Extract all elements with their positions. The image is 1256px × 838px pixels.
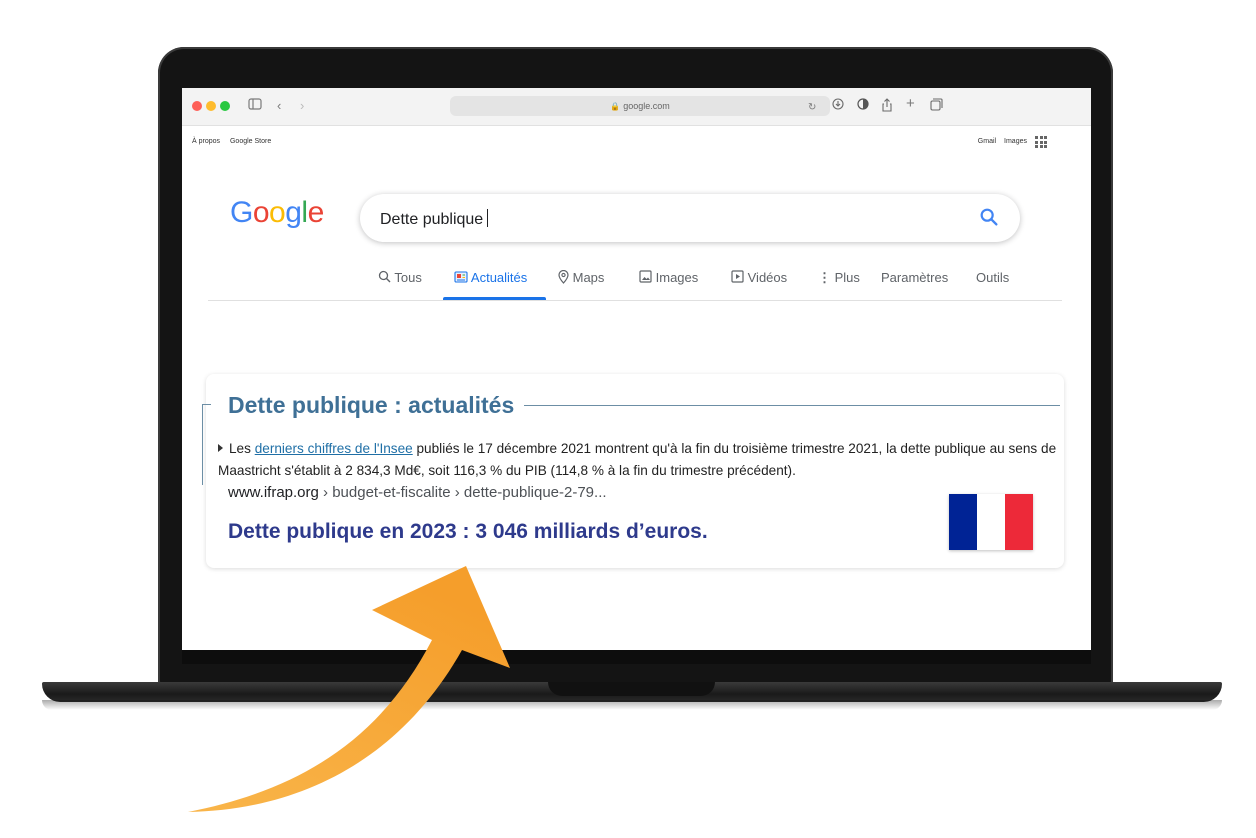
laptop-notch	[548, 682, 715, 696]
tab-parametres[interactable]: Paramètres	[881, 270, 948, 285]
google-logo[interactable]: Google	[230, 196, 324, 230]
tab-label: Images	[655, 270, 699, 285]
zoom-window-button[interactable]	[220, 101, 230, 111]
tabs-divider	[208, 300, 1062, 301]
logo-letter: e	[307, 196, 325, 229]
tab-label: Tous	[394, 270, 422, 285]
tab-videos[interactable]: Vidéos	[731, 270, 787, 285]
flag-red-stripe	[1005, 494, 1033, 550]
new-tab-icon[interactable]: +	[906, 96, 915, 112]
tab-label: Paramètres	[881, 270, 949, 285]
text-caret	[487, 209, 489, 227]
about-link[interactable]: À propos	[192, 138, 220, 145]
video-icon	[731, 270, 744, 283]
tab-actualites[interactable]: Actualités	[454, 270, 527, 285]
tab-images[interactable]: Images	[639, 270, 698, 285]
logo-letter: g	[285, 196, 302, 229]
tab-label: Outils	[976, 270, 1010, 285]
bullet-arrow-icon	[218, 444, 223, 452]
flag-white-stripe	[977, 494, 1005, 550]
back-icon[interactable]: ‹	[277, 98, 281, 114]
top-left-links: À propos Google Store	[192, 138, 279, 145]
image-icon	[639, 270, 652, 283]
reload-icon[interactable]: ↻	[808, 100, 816, 116]
snippet-prefix: Les	[229, 441, 255, 456]
browser-toolbar: ‹ › 🔒 google.com ↻ +	[182, 88, 1091, 126]
result-url[interactable]: www.ifrap.org › budget-et-fiscalite › de…	[228, 484, 607, 501]
top-right-links: Gmail Images	[972, 138, 1027, 145]
logo-letter: G	[230, 196, 253, 229]
tab-tous[interactable]: Tous	[378, 270, 422, 285]
headline: Dette publique en 2023 : 3 046 milliards…	[228, 520, 708, 543]
gmail-link[interactable]: Gmail	[978, 138, 996, 145]
tab-overview-icon[interactable]	[930, 98, 943, 115]
flag-blue-stripe	[949, 494, 977, 550]
share-icon[interactable]	[881, 98, 893, 116]
url-text: google.com	[623, 101, 670, 111]
logo-letter: o	[269, 196, 286, 229]
laptop-base-shadow	[42, 700, 1222, 710]
download-icon[interactable]	[832, 98, 844, 114]
search-input[interactable]: Dette publique	[360, 194, 1020, 242]
tab-label: Plus	[834, 270, 860, 285]
news-icon	[454, 271, 468, 283]
result-path: › budget-et-fiscalite › dette-publique-2…	[318, 484, 607, 501]
search-query: Dette publique	[380, 209, 489, 229]
search-icon[interactable]	[978, 206, 1000, 228]
tab-label: Actualités	[470, 270, 528, 285]
more-vert-icon: ⋮	[818, 270, 831, 285]
french-flag-icon	[949, 494, 1033, 550]
screen: ‹ › 🔒 google.com ↻ + À propos Google Stor…	[182, 88, 1091, 650]
forward-icon[interactable]: ›	[300, 98, 304, 114]
card-title: Dette publique : actualités	[228, 392, 525, 419]
news-snippet: Les derniers chiffres de l'Insee publiés…	[218, 438, 1058, 482]
close-window-button[interactable]	[192, 101, 202, 111]
tab-maps[interactable]: Maps	[558, 269, 605, 285]
tab-outils[interactable]: Outils	[976, 270, 1009, 285]
tab-label: Vidéos	[747, 270, 788, 285]
apps-grid-icon[interactable]	[1035, 136, 1047, 148]
sidebar-icon[interactable]	[248, 98, 262, 114]
tab-label: Maps	[572, 270, 605, 285]
search-icon	[378, 270, 391, 283]
result-domain: www.ifrap.org	[228, 484, 319, 501]
screen-bezel-bottom	[182, 650, 1091, 664]
address-bar[interactable]: 🔒 google.com	[450, 96, 830, 116]
search-query-text: Dette publique	[380, 211, 484, 228]
minimize-window-button[interactable]	[206, 101, 216, 111]
tab-plus[interactable]: ⋮ Plus	[818, 270, 860, 286]
images-link[interactable]: Images	[1004, 138, 1027, 145]
card-bracket	[202, 404, 211, 485]
map-pin-icon	[558, 269, 569, 284]
lock-icon: 🔒	[610, 102, 621, 111]
card-title-rule	[522, 405, 1060, 406]
store-link[interactable]: Google Store	[230, 138, 271, 145]
insee-link[interactable]: derniers chiffres de l'Insee	[255, 441, 413, 456]
privacy-report-icon[interactable]	[857, 98, 869, 114]
logo-letter: o	[252, 196, 270, 229]
